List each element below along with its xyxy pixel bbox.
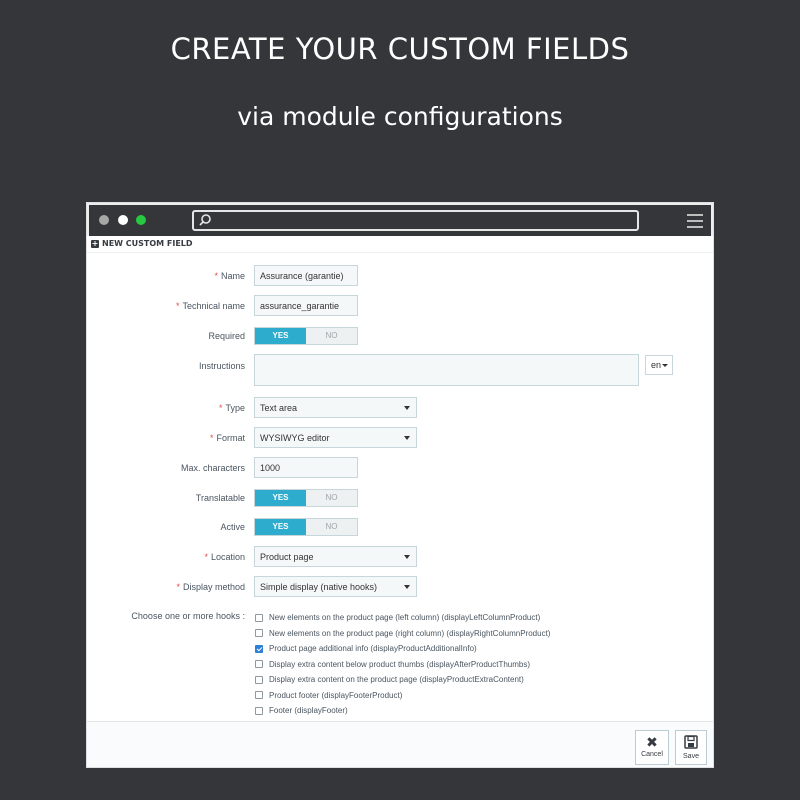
close-icon: ✖ [646,734,658,750]
banner-subtitle: via module configurations [237,102,563,131]
instructions-label: Instructions [198,361,245,371]
hooks-label: Choose one or more hooks : [131,611,245,621]
caret-down-icon [404,406,410,410]
translatable-label: Translatable [195,493,245,503]
window-dot-gray[interactable] [99,215,109,225]
hook-item[interactable]: Product page additional info (displayPro… [255,641,550,657]
checkbox[interactable] [255,660,263,669]
checkbox[interactable] [255,691,263,700]
required-yes[interactable]: YES [255,328,306,344]
checkbox-checked[interactable] [255,644,263,653]
hook-item[interactable]: Product footer (displayFooterProduct) [255,688,550,704]
browser-window: + NEW CUSTOM FIELD * Name Assurance (gara… [86,202,714,768]
hook-item[interactable]: Display extra content on the product pag… [255,672,550,688]
required-no[interactable]: NO [306,328,357,344]
caret-down-icon [404,555,410,559]
location-label: * Location [204,552,245,562]
technical-name-label: * Technical name [175,301,245,311]
max-characters-label: Max. characters [180,463,245,473]
name-input[interactable]: Assurance (garantie) [254,265,358,286]
address-bar[interactable] [192,210,639,231]
instructions-textarea[interactable] [254,354,639,386]
type-select[interactable]: Text area [254,397,417,418]
location-select[interactable]: Product page [254,546,417,567]
menu-icon[interactable] [687,214,703,228]
checkbox[interactable] [255,613,263,622]
panel-heading-label: NEW CUSTOM FIELD [102,239,193,248]
checkbox[interactable] [255,629,263,638]
divider [87,252,713,253]
active-toggle[interactable]: YES NO [254,518,358,536]
plus-square-icon: + [91,238,99,248]
panel-footer: ✖ Cancel Save [87,721,713,767]
caret-down-icon [404,585,410,589]
cancel-button[interactable]: ✖ Cancel [635,730,669,765]
type-label: * Type [218,403,245,413]
hook-item[interactable]: New elements on the product page (left c… [255,610,550,626]
name-label: * Name [214,271,245,281]
save-button[interactable]: Save [675,730,707,765]
checkbox[interactable] [255,675,263,684]
checkbox[interactable] [255,706,263,715]
window-dot-green[interactable] [136,215,146,225]
max-characters-input[interactable]: 1000 [254,457,358,478]
window-dot-white[interactable] [118,215,128,225]
banner-title: CREATE YOUR CUSTOM FIELDS [170,32,630,66]
active-yes[interactable]: YES [255,519,306,535]
hook-item[interactable]: New elements on the product page (right … [255,626,550,642]
hook-item[interactable]: Display extra content below product thum… [255,657,550,673]
translatable-no[interactable]: NO [306,490,357,506]
floppy-disk-icon [676,735,706,752]
hook-item[interactable]: Footer (displayFooter) [255,703,550,719]
display-method-label: * Display method [176,582,245,592]
caret-down-icon [404,436,410,440]
active-no[interactable]: NO [306,519,357,535]
translatable-toggle[interactable]: YES NO [254,489,358,507]
translatable-yes[interactable]: YES [255,490,306,506]
format-select[interactable]: WYSIWYG editor [254,427,417,448]
caret-down-icon [662,364,668,367]
required-toggle[interactable]: YES NO [254,327,358,345]
search-icon [199,214,211,226]
panel-heading: + NEW CUSTOM FIELD [91,239,193,248]
language-dropdown[interactable]: en [645,355,673,375]
display-method-select[interactable]: Simple display (native hooks) [254,576,417,597]
technical-name-input[interactable]: assurance_garantie [254,295,358,316]
active-label: Active [220,522,245,532]
format-label: * Format [209,433,245,443]
required-label: Required [208,331,245,341]
hooks-list: New elements on the product page (left c… [255,610,550,719]
browser-titlebar [87,203,713,236]
